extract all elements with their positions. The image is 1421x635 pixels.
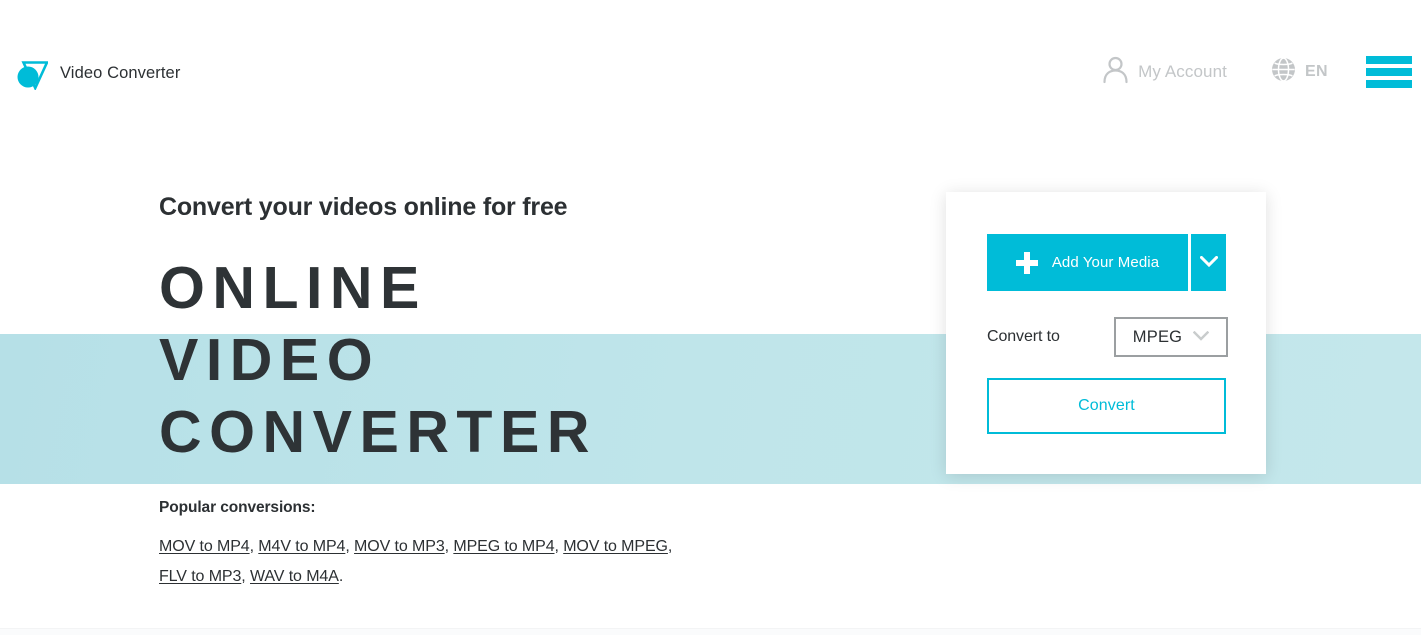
popular-conversion-separator: , [554, 538, 564, 555]
chevron-down-icon [1192, 328, 1210, 346]
popular-conversion-link[interactable]: M4V to MP4 [258, 538, 345, 555]
video-converter-logo-icon [17, 57, 50, 92]
popular-conversion-link[interactable]: MPEG to MP4 [453, 538, 554, 555]
menu-bar-3 [1366, 80, 1412, 88]
popular-conversion-separator: , [345, 538, 355, 555]
popular-conversions: Popular conversions: MOV to MP4, M4V to … [159, 499, 689, 592]
menu-bar-2 [1366, 68, 1412, 76]
convert-button[interactable]: Convert [987, 378, 1226, 434]
conversion-card: Add Your Media Convert to MPEG Convert [946, 192, 1266, 474]
plus-icon [1015, 251, 1038, 274]
chevron-down-icon [1198, 255, 1219, 270]
menu-bar-1 [1366, 56, 1412, 64]
globe-icon [1271, 57, 1296, 87]
add-your-media-button[interactable]: Add Your Media [987, 234, 1188, 291]
hero-section: Convert your videos online for free ONLI… [159, 192, 597, 468]
popular-conversion-link[interactable]: MOV to MPEG [563, 538, 668, 555]
add-your-media-label: Add Your Media [1051, 254, 1160, 271]
add-media-dropdown-button[interactable] [1191, 234, 1226, 291]
page-title-line-2: VIDEO [159, 327, 381, 393]
person-icon [1102, 55, 1129, 89]
convert-to-label: Convert to [987, 328, 1060, 345]
header-actions: My Account EN [1102, 52, 1421, 92]
hamburger-menu-icon[interactable] [1366, 52, 1412, 92]
page-title-line-1: ONLINE [159, 255, 427, 321]
page-title: ONLINE VIDEO CONVERTER [159, 252, 597, 468]
hero-tagline: Convert your videos online for free [159, 193, 568, 221]
popular-conversion-link[interactable]: MOV to MP3 [354, 538, 445, 555]
popular-conversion-separator: , [249, 538, 259, 555]
output-format-value: MPEG [1132, 327, 1183, 346]
popular-conversions-links: MOV to MP4, M4V to MP4, MOV to MP3, MPEG… [159, 532, 689, 592]
convert-to-row: Convert to MPEG [987, 317, 1228, 357]
popular-conversion-separator: . [338, 568, 344, 585]
language-label: EN [1304, 63, 1328, 80]
popular-conversion-separator: , [241, 568, 250, 585]
popular-conversion-separator: , [667, 538, 673, 555]
site-header: Video Converter My Account EN [0, 0, 1421, 132]
page-title-line-3: CONVERTER [159, 399, 597, 465]
popular-conversion-link[interactable]: WAV to M4A [250, 568, 339, 585]
my-account-link[interactable]: My Account [1102, 55, 1227, 89]
page-root: Video Converter My Account EN Convert yo… [0, 0, 1421, 635]
add-media-row: Add Your Media [987, 234, 1226, 291]
language-selector[interactable]: EN [1271, 57, 1328, 87]
brand-name-label: Video Converter [60, 64, 181, 82]
popular-conversion-link[interactable]: FLV to MP3 [159, 568, 241, 585]
popular-conversions-heading: Popular conversions: [159, 499, 316, 516]
brand-logo-link[interactable]: Video Converter [17, 57, 181, 92]
output-format-select[interactable]: MPEG [1114, 317, 1228, 357]
section-divider [0, 628, 1421, 635]
popular-conversion-link[interactable]: MOV to MP4 [159, 538, 250, 555]
my-account-label: My Account [1138, 62, 1227, 81]
